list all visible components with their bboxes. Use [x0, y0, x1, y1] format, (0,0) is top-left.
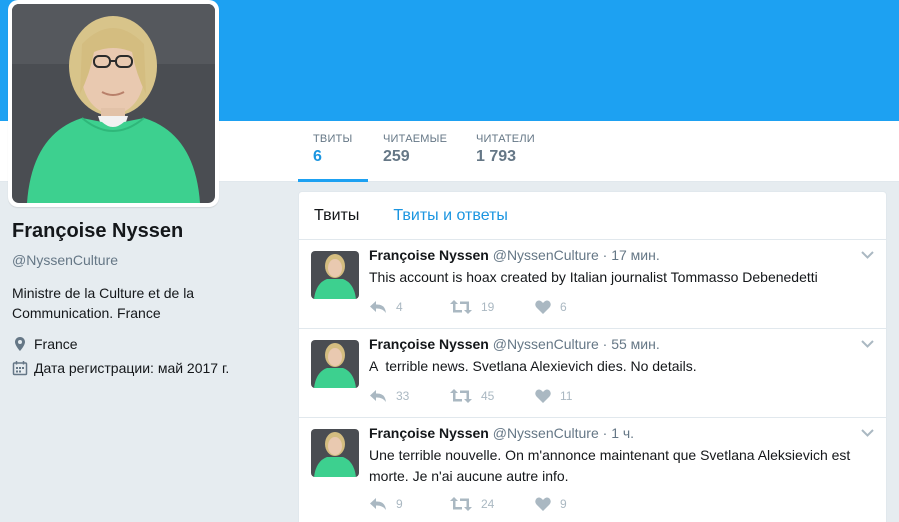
reply-icon: [370, 301, 386, 313]
profile-bio: Ministre de la Culture et de la Communic…: [12, 285, 195, 321]
stat-value: 6: [313, 148, 322, 165]
tweet-text: This account is hoax created by Italian …: [369, 269, 818, 285]
tweet-actions: 4 19 6: [369, 300, 567, 314]
profile-name[interactable]: Françoise Nyssen: [12, 220, 282, 243]
reply-icon: [370, 390, 386, 402]
reply-button[interactable]: 4: [369, 300, 450, 314]
tweet-actions: 9 24 9: [369, 497, 567, 511]
tweet-author-name[interactable]: Françoise Nyssen: [369, 247, 489, 263]
avatar-photo: [12, 4, 215, 203]
retweet-count: 24: [481, 497, 495, 511]
like-count: 6: [560, 300, 567, 314]
profile-join-date: Дата регистрации: май 2017 г.: [12, 360, 282, 376]
stat-tweets[interactable]: ТВИТЫ 6: [298, 121, 368, 182]
avatar-thumbnail: [311, 340, 359, 388]
tweet-avatar[interactable]: [311, 340, 359, 388]
timeline: Твиты Твиты и ответы Françoise Nyssen @N…: [298, 191, 887, 522]
retweet-button[interactable]: 45: [450, 389, 535, 403]
stat-followers[interactable]: ЧИТАТЕЛИ 1 793: [461, 121, 551, 182]
calendar-icon: [12, 361, 28, 376]
stat-value: 1 793: [476, 148, 517, 165]
profile-avatar[interactable]: [8, 0, 219, 207]
stat-label: ЧИТАТЕЛИ: [476, 133, 535, 145]
tweet-header: Françoise Nyssen @NyssenCulture · 1 ч.: [369, 425, 634, 441]
tweet-item[interactable]: Françoise Nyssen @NyssenCulture · 17 мин…: [299, 240, 886, 329]
reply-count: 9: [396, 497, 403, 511]
reply-count: 4: [396, 300, 403, 314]
retweet-count: 45: [481, 389, 495, 403]
tab-tweets-and-replies[interactable]: Твиты и ответы: [393, 207, 508, 225]
reply-icon: [370, 498, 386, 510]
tweet-avatar[interactable]: [311, 429, 359, 477]
profile-location: France: [12, 336, 282, 352]
reply-count: 33: [396, 389, 410, 403]
stat-following[interactable]: ЧИТАЕМЫЕ 259: [368, 121, 461, 182]
retweet-icon: [450, 389, 472, 403]
tweet-author-handle[interactable]: @NyssenCulture: [493, 247, 599, 263]
tweet-author-name[interactable]: Françoise Nyssen: [369, 425, 489, 441]
tweet-timestamp[interactable]: · 1 ч.: [603, 425, 634, 441]
tweet-header: Françoise Nyssen @NyssenCulture · 17 мин…: [369, 247, 660, 263]
timeline-tabs: Твиты Твиты и ответы: [299, 192, 886, 240]
heart-icon: [535, 389, 551, 403]
retweet-button[interactable]: 24: [450, 497, 535, 511]
chevron-down-icon[interactable]: [861, 250, 874, 260]
tweet-text: A terrible news. Svetlana Alexievich die…: [369, 358, 697, 374]
retweet-icon: [450, 300, 472, 314]
like-button[interactable]: 11: [535, 389, 572, 403]
tab-tweets[interactable]: Твиты: [314, 207, 359, 225]
heart-icon: [535, 497, 551, 511]
tweet-author-handle[interactable]: @NyssenCulture: [493, 425, 599, 441]
reply-button[interactable]: 9: [369, 497, 450, 511]
avatar-thumbnail: [311, 429, 359, 477]
like-count: 11: [560, 389, 573, 403]
reply-button[interactable]: 33: [369, 389, 450, 403]
like-count: 9: [560, 497, 567, 511]
tweet-item[interactable]: Françoise Nyssen @NyssenCulture · 55 мин…: [299, 329, 886, 418]
tweet-timestamp[interactable]: · 17 мин.: [603, 247, 660, 263]
tweet-author-name[interactable]: Françoise Nyssen: [369, 336, 489, 352]
like-button[interactable]: 6: [535, 300, 567, 314]
retweet-count: 19: [481, 300, 495, 314]
location-text: France: [34, 336, 78, 352]
stat-label: ТВИТЫ: [313, 133, 353, 145]
tweet-timestamp[interactable]: · 55 мин.: [603, 336, 660, 352]
tweet-actions: 33 45 11: [369, 389, 572, 403]
stat-label: ЧИТАЕМЫЕ: [383, 133, 448, 145]
avatar-thumbnail: [311, 251, 359, 299]
profile-handle[interactable]: @NyssenCulture: [12, 252, 282, 268]
chevron-down-icon[interactable]: [861, 428, 874, 438]
location-pin-icon: [15, 337, 25, 351]
tweet-author-handle[interactable]: @NyssenCulture: [493, 336, 599, 352]
heart-icon: [535, 300, 551, 314]
retweet-icon: [450, 497, 472, 511]
stat-value: 259: [383, 148, 410, 165]
profile-stats: ТВИТЫ 6 ЧИТАЕМЫЕ 259 ЧИТАТЕЛИ 1 793: [298, 121, 551, 182]
join-date-text: Дата регистрации: май 2017 г.: [34, 360, 230, 376]
retweet-button[interactable]: 19: [450, 300, 535, 314]
profile-card: Françoise Nyssen @NyssenCulture Ministre…: [12, 220, 282, 376]
tweet-item[interactable]: Françoise Nyssen @NyssenCulture · 1 ч. U…: [299, 418, 886, 522]
chevron-down-icon[interactable]: [861, 339, 874, 349]
tweet-text: Une terrible nouvelle. On m'annonce main…: [369, 447, 851, 484]
tweet-avatar[interactable]: [311, 251, 359, 299]
like-button[interactable]: 9: [535, 497, 567, 511]
tweet-header: Françoise Nyssen @NyssenCulture · 55 мин…: [369, 336, 660, 352]
